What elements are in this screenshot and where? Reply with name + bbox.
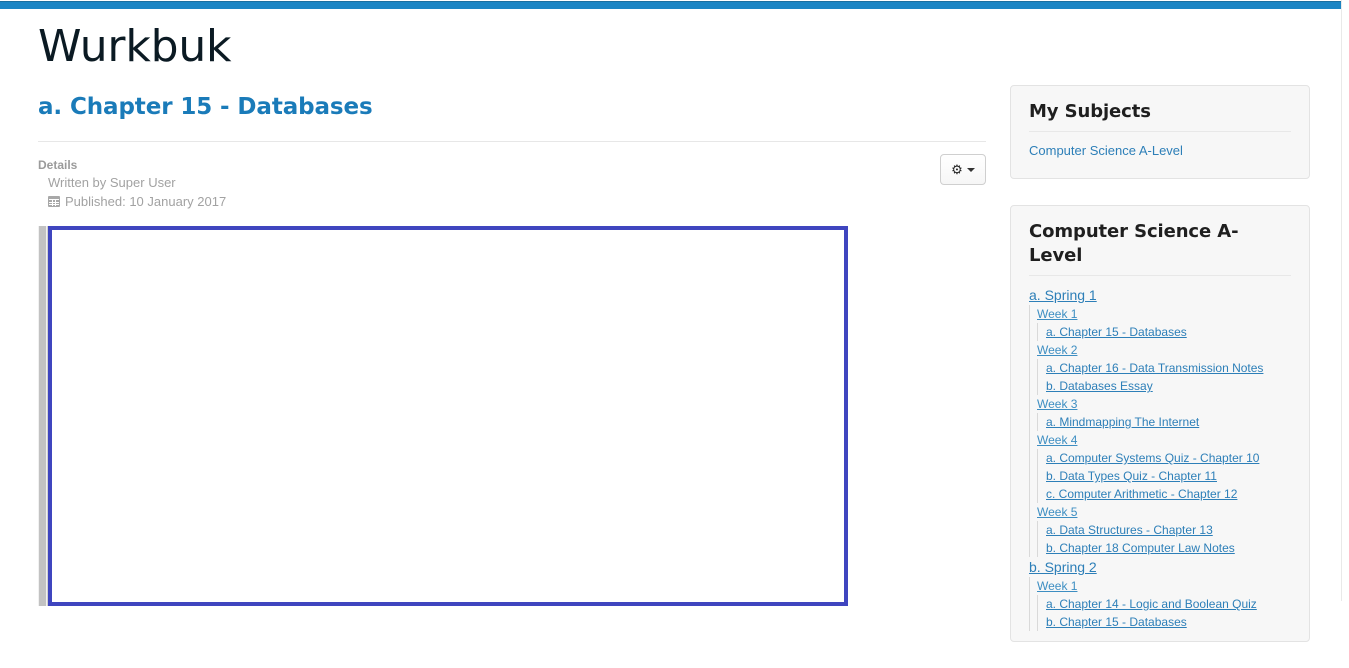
subject-nav-list: a. Spring 1 Week 1 a. Chapter 15 - Datab… [1029,285,1291,631]
nav-term-link-spring-2[interactable]: b. Spring 2 [1029,559,1097,575]
list-item: a. Chapter 16 - Data Transmission Notes [1046,359,1291,377]
nav-term: a. Spring 1 Week 1 a. Chapter 15 - Datab… [1029,285,1291,557]
list-item: c. Computer Arithmetic - Chapter 12 [1046,485,1291,503]
nav-item-list: a. Chapter 16 - Data Transmission Notes … [1037,359,1291,395]
nav-item-link[interactable]: a. Chapter 16 - Data Transmission Notes [1046,361,1263,375]
nav-term-link-spring-1[interactable]: a. Spring 1 [1029,287,1097,303]
content-scrollbar-track[interactable] [38,226,48,606]
content-frame-wrapper [38,226,986,626]
gear-icon: ⚙ [951,162,963,177]
nav-week-link[interactable]: Week 1 [1037,579,1077,593]
right-sidebar: My Subjects Computer Science A-Level Com… [1010,85,1310,668]
subject-nav-title: Computer Science A-Level [1029,220,1291,276]
nav-week-list: Week 1 a. Chapter 15 - Databases Week 2 … [1029,305,1291,557]
embedded-content-frame[interactable] [48,226,848,606]
page-body: Wurkbuk a. Chapter 15 - Databases Detail… [0,11,1341,642]
my-subjects-body: Computer Science A-Level [1029,132,1291,160]
nav-item-link[interactable]: b. Databases Essay [1046,379,1153,393]
list-item: b. Databases Essay [1046,377,1291,395]
nav-item-link[interactable]: c. Computer Arithmetic - Chapter 12 [1046,487,1237,501]
list-item: a. Chapter 15 - Databases [1046,323,1291,341]
nav-item-link[interactable]: a. Mindmapping The Internet [1046,415,1199,429]
top-accent-bar-fill [0,2,1341,9]
nav-week-link[interactable]: Week 2 [1037,343,1077,357]
list-item: Computer Science A-Level [1029,141,1291,160]
list-item: a. Data Structures - Chapter 13 [1046,521,1291,539]
nav-week-link[interactable]: Week 5 [1037,505,1077,519]
nav-week: Week 3 a. Mindmapping The Internet [1037,395,1291,431]
list-item: a. Mindmapping The Internet [1046,413,1291,431]
sidebar-item-computer-science-a-level[interactable]: Computer Science A-Level [1029,141,1183,160]
details-author: Written by Super User [48,175,176,190]
nav-item-list: a. Chapter 14 - Logic and Boolean Quiz b… [1037,595,1291,631]
nav-item-link[interactable]: a. Computer Systems Quiz - Chapter 10 [1046,451,1259,465]
title-divider [38,141,986,142]
main-column: a. Chapter 15 - Databases Details Writte… [38,93,986,626]
nav-week-list: Week 1 a. Chapter 14 - Logic and Boolean… [1029,577,1291,631]
list-item: b. Chapter 18 Computer Law Notes [1046,539,1291,557]
nav-item-link[interactable]: a. Chapter 14 - Logic and Boolean Quiz [1046,597,1257,611]
nav-week: Week 5 a. Data Structures - Chapter 13 b… [1037,503,1291,557]
subject-nav-body: a. Spring 1 Week 1 a. Chapter 15 - Datab… [1029,276,1291,631]
nav-item-link[interactable]: a. Data Structures - Chapter 13 [1046,523,1213,537]
nav-week-link[interactable]: Week 1 [1037,307,1077,321]
details-published-text: Published: 10 January 2017 [65,194,227,209]
nav-item-link[interactable]: b. Chapter 15 - Databases [1046,615,1187,629]
settings-dropdown-button[interactable]: ⚙ [940,154,986,185]
nav-item-list: a. Data Structures - Chapter 13 b. Chapt… [1037,521,1291,557]
site-title: Wurkbuk [38,21,232,72]
nav-week: Week 4 a. Computer Systems Quiz - Chapte… [1037,431,1291,503]
nav-item-link[interactable]: a. Chapter 15 - Databases [1046,325,1187,339]
nav-item-list: a. Computer Systems Quiz - Chapter 10 b.… [1037,449,1291,503]
my-subjects-module: My Subjects Computer Science A-Level [1010,85,1310,179]
nav-week-link[interactable]: Week 4 [1037,433,1077,447]
top-accent-bar [0,0,1341,11]
subject-nav-module: Computer Science A-Level a. Spring 1 Wee… [1010,205,1310,642]
details-published: Published: 10 January 2017 [48,192,986,211]
nav-week: Week 1 a. Chapter 15 - Databases [1037,305,1291,341]
nav-week-link[interactable]: Week 3 [1037,397,1077,411]
nav-item-list: a. Mindmapping The Internet [1037,413,1291,431]
nav-week: Week 1 a. Chapter 14 - Logic and Boolean… [1037,577,1291,631]
article-details: Details Written by Super User Published:… [38,154,986,214]
chevron-down-icon [966,167,975,172]
list-item: b. Chapter 15 - Databases [1046,613,1291,631]
list-item: a. Computer Systems Quiz - Chapter 10 [1046,449,1291,467]
content-scrollbar-thumb[interactable] [39,226,46,606]
my-subjects-list: Computer Science A-Level [1029,141,1291,160]
page-right-edge [1341,0,1342,601]
my-subjects-title: My Subjects [1029,100,1291,132]
list-item: a. Chapter 14 - Logic and Boolean Quiz [1046,595,1291,613]
nav-week: Week 2 a. Chapter 16 - Data Transmission… [1037,341,1291,395]
nav-item-list: a. Chapter 15 - Databases [1037,323,1291,341]
page-title: a. Chapter 15 - Databases [38,94,373,120]
details-list: Written by Super User Published: 10 Janu… [38,173,986,211]
nav-item-link[interactable]: b. Chapter 18 Computer Law Notes [1046,541,1235,555]
details-heading: Details [38,158,78,172]
list-item: b. Data Types Quiz - Chapter 11 [1046,467,1291,485]
nav-item-link[interactable]: b. Data Types Quiz - Chapter 11 [1046,469,1217,483]
calendar-icon [48,196,60,207]
browser-viewport: Wurkbuk a. Chapter 15 - Databases Detail… [0,0,1349,642]
nav-term: b. Spring 2 Week 1 a. Chapter 14 - Logic… [1029,557,1291,631]
